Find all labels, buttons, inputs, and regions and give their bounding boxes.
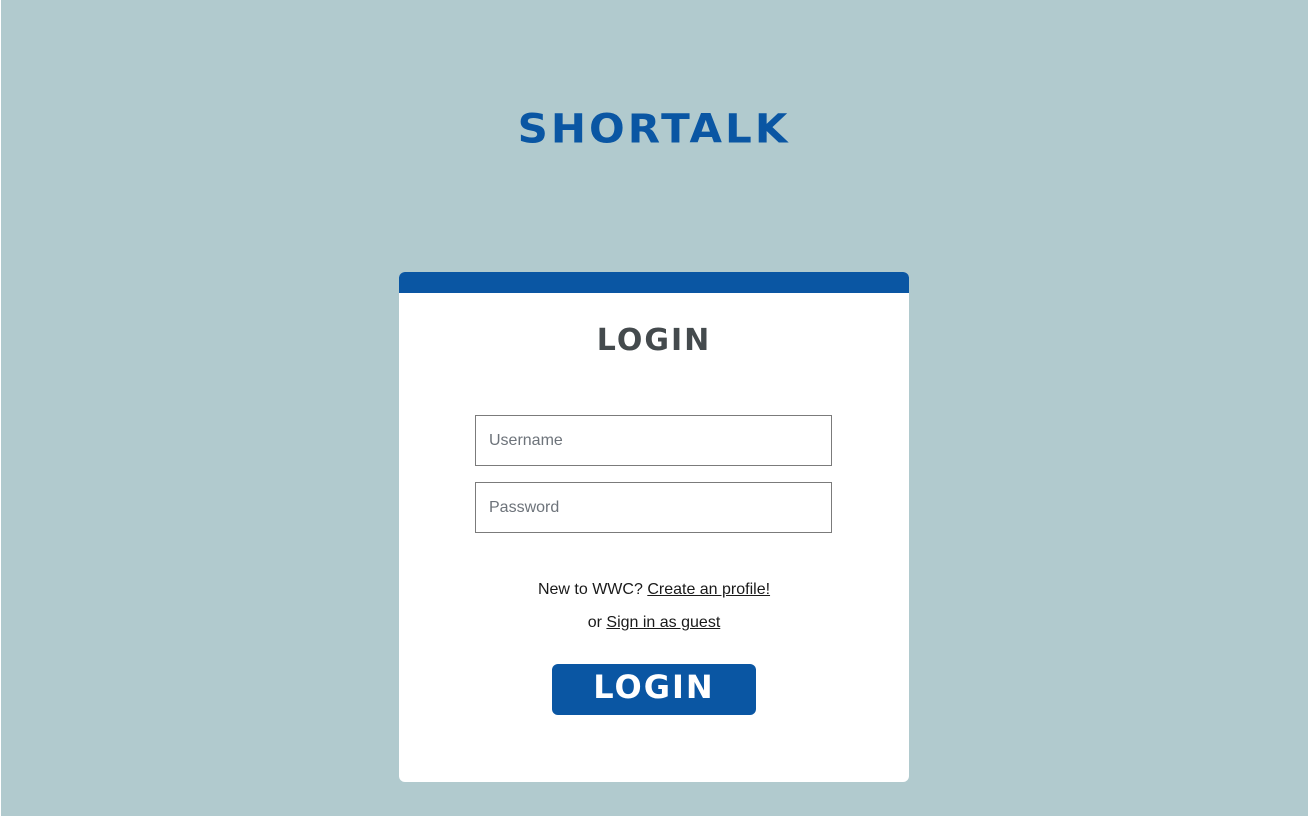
card-header-bar: [399, 272, 909, 293]
guest-prefix: or: [587, 614, 602, 631]
login-button[interactable]: LOGIN: [552, 664, 756, 715]
username-input[interactable]: [475, 415, 832, 466]
signup-prompt: New to WWC?: [537, 581, 643, 598]
sign-in-guest-link[interactable]: Sign in as guest: [606, 614, 720, 631]
password-input[interactable]: [475, 482, 832, 533]
signup-line: New to WWC? Create an profile!: [399, 581, 909, 599]
create-profile-link[interactable]: Create an profile!: [647, 581, 770, 598]
login-card: LOGIN New to WWC? Create an profile! or …: [399, 272, 909, 782]
brand-logo: SHORTALK: [517, 105, 791, 152]
guest-line: or Sign in as guest: [399, 614, 909, 632]
login-title: LOGIN: [596, 323, 712, 358]
